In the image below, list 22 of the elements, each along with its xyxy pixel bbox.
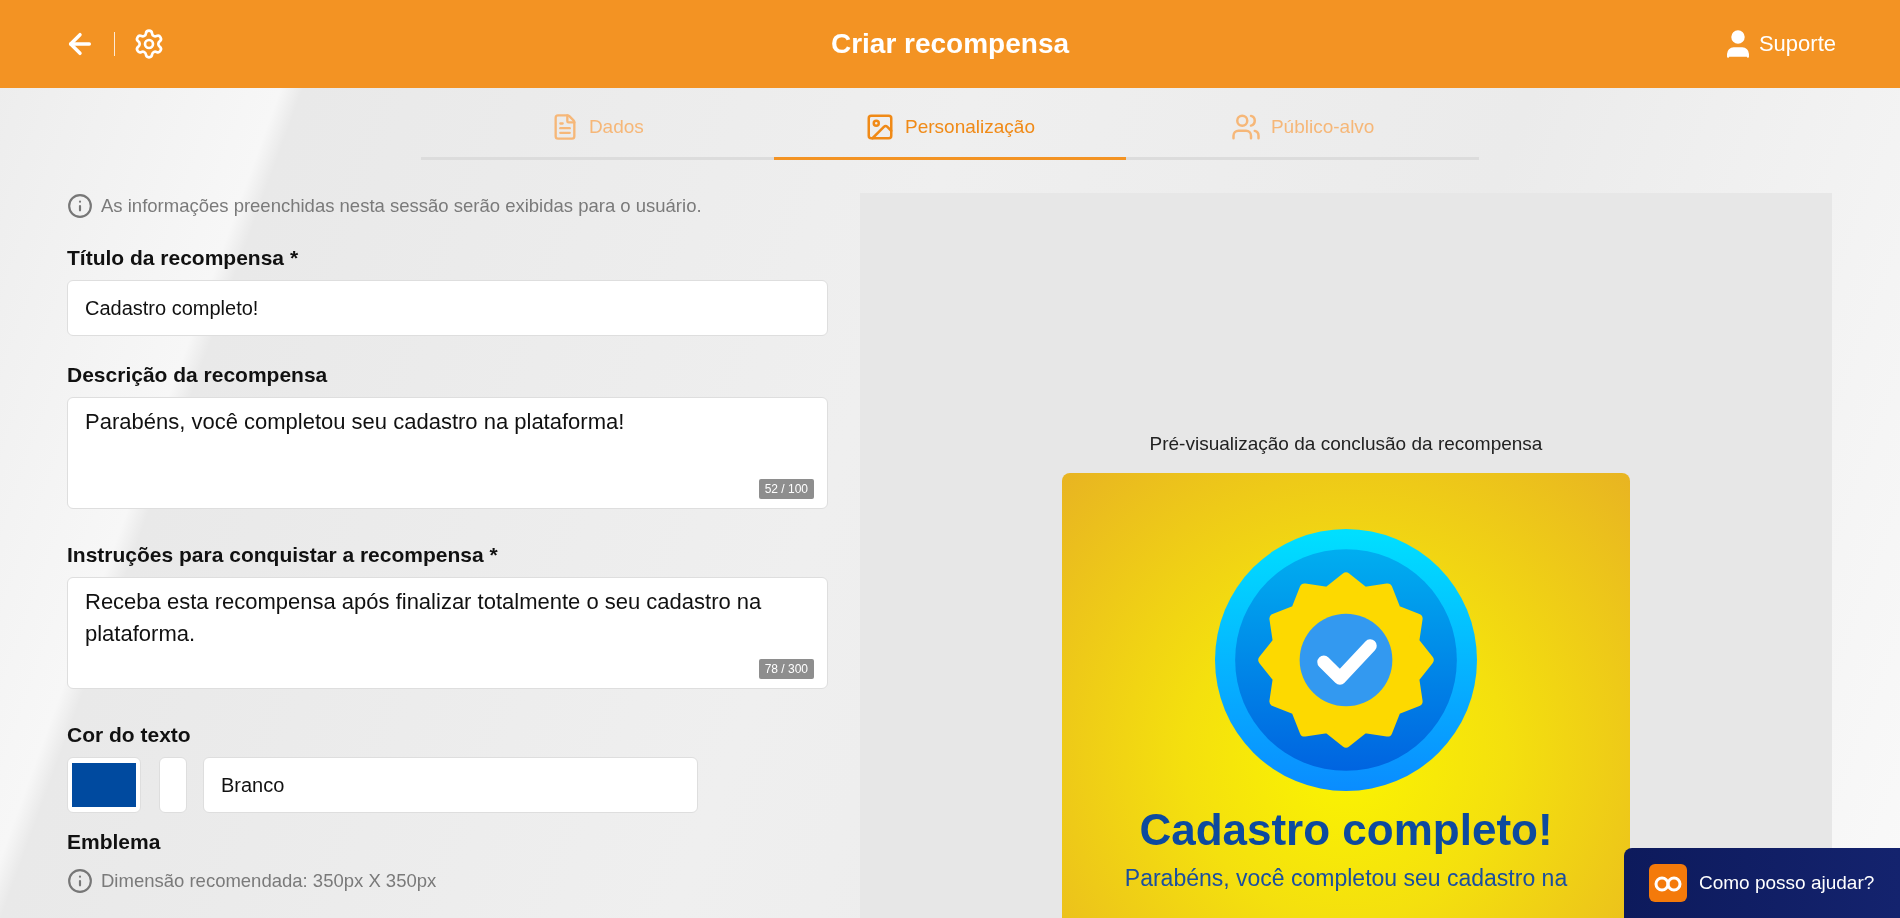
preview-caption: Pré-visualização da conclusão da recompensa	[1149, 433, 1543, 455]
hint-text: Dimensão recomendada: 350px X 350px	[101, 870, 437, 892]
preview-description: Parabéns, você completou seu cadastro na	[1124, 865, 1568, 892]
page-title: Criar recompensa	[829, 28, 1071, 60]
field-label: Emblema	[67, 830, 162, 854]
notice-text: As informações preenchidas nesta sessão serão exibidas para o usuário.	[101, 195, 702, 217]
field-label: Cor do texto	[67, 723, 192, 747]
field-label: Título da recompensa *	[67, 246, 300, 270]
owl-logo-icon	[1649, 864, 1687, 902]
chat-button[interactable]: Como posso ajudar?	[1624, 848, 1900, 918]
color-preview	[159, 757, 187, 813]
info-icon	[67, 193, 93, 219]
preview-title: Cadastro completo!	[1139, 805, 1553, 855]
settings-button[interactable]	[133, 28, 165, 60]
field-label: Descrição da recompensa	[67, 363, 329, 387]
char-counter: 52 / 100	[758, 479, 814, 499]
color-swatch[interactable]	[67, 757, 141, 813]
title-field[interactable]: Cadastro completo!	[67, 280, 828, 336]
char-counter: 78 / 300	[758, 659, 814, 679]
field-label: Instruções para conquistar a recompensa *	[67, 543, 499, 567]
color-name-field[interactable]: Branco	[203, 757, 698, 813]
info-icon	[67, 868, 93, 894]
